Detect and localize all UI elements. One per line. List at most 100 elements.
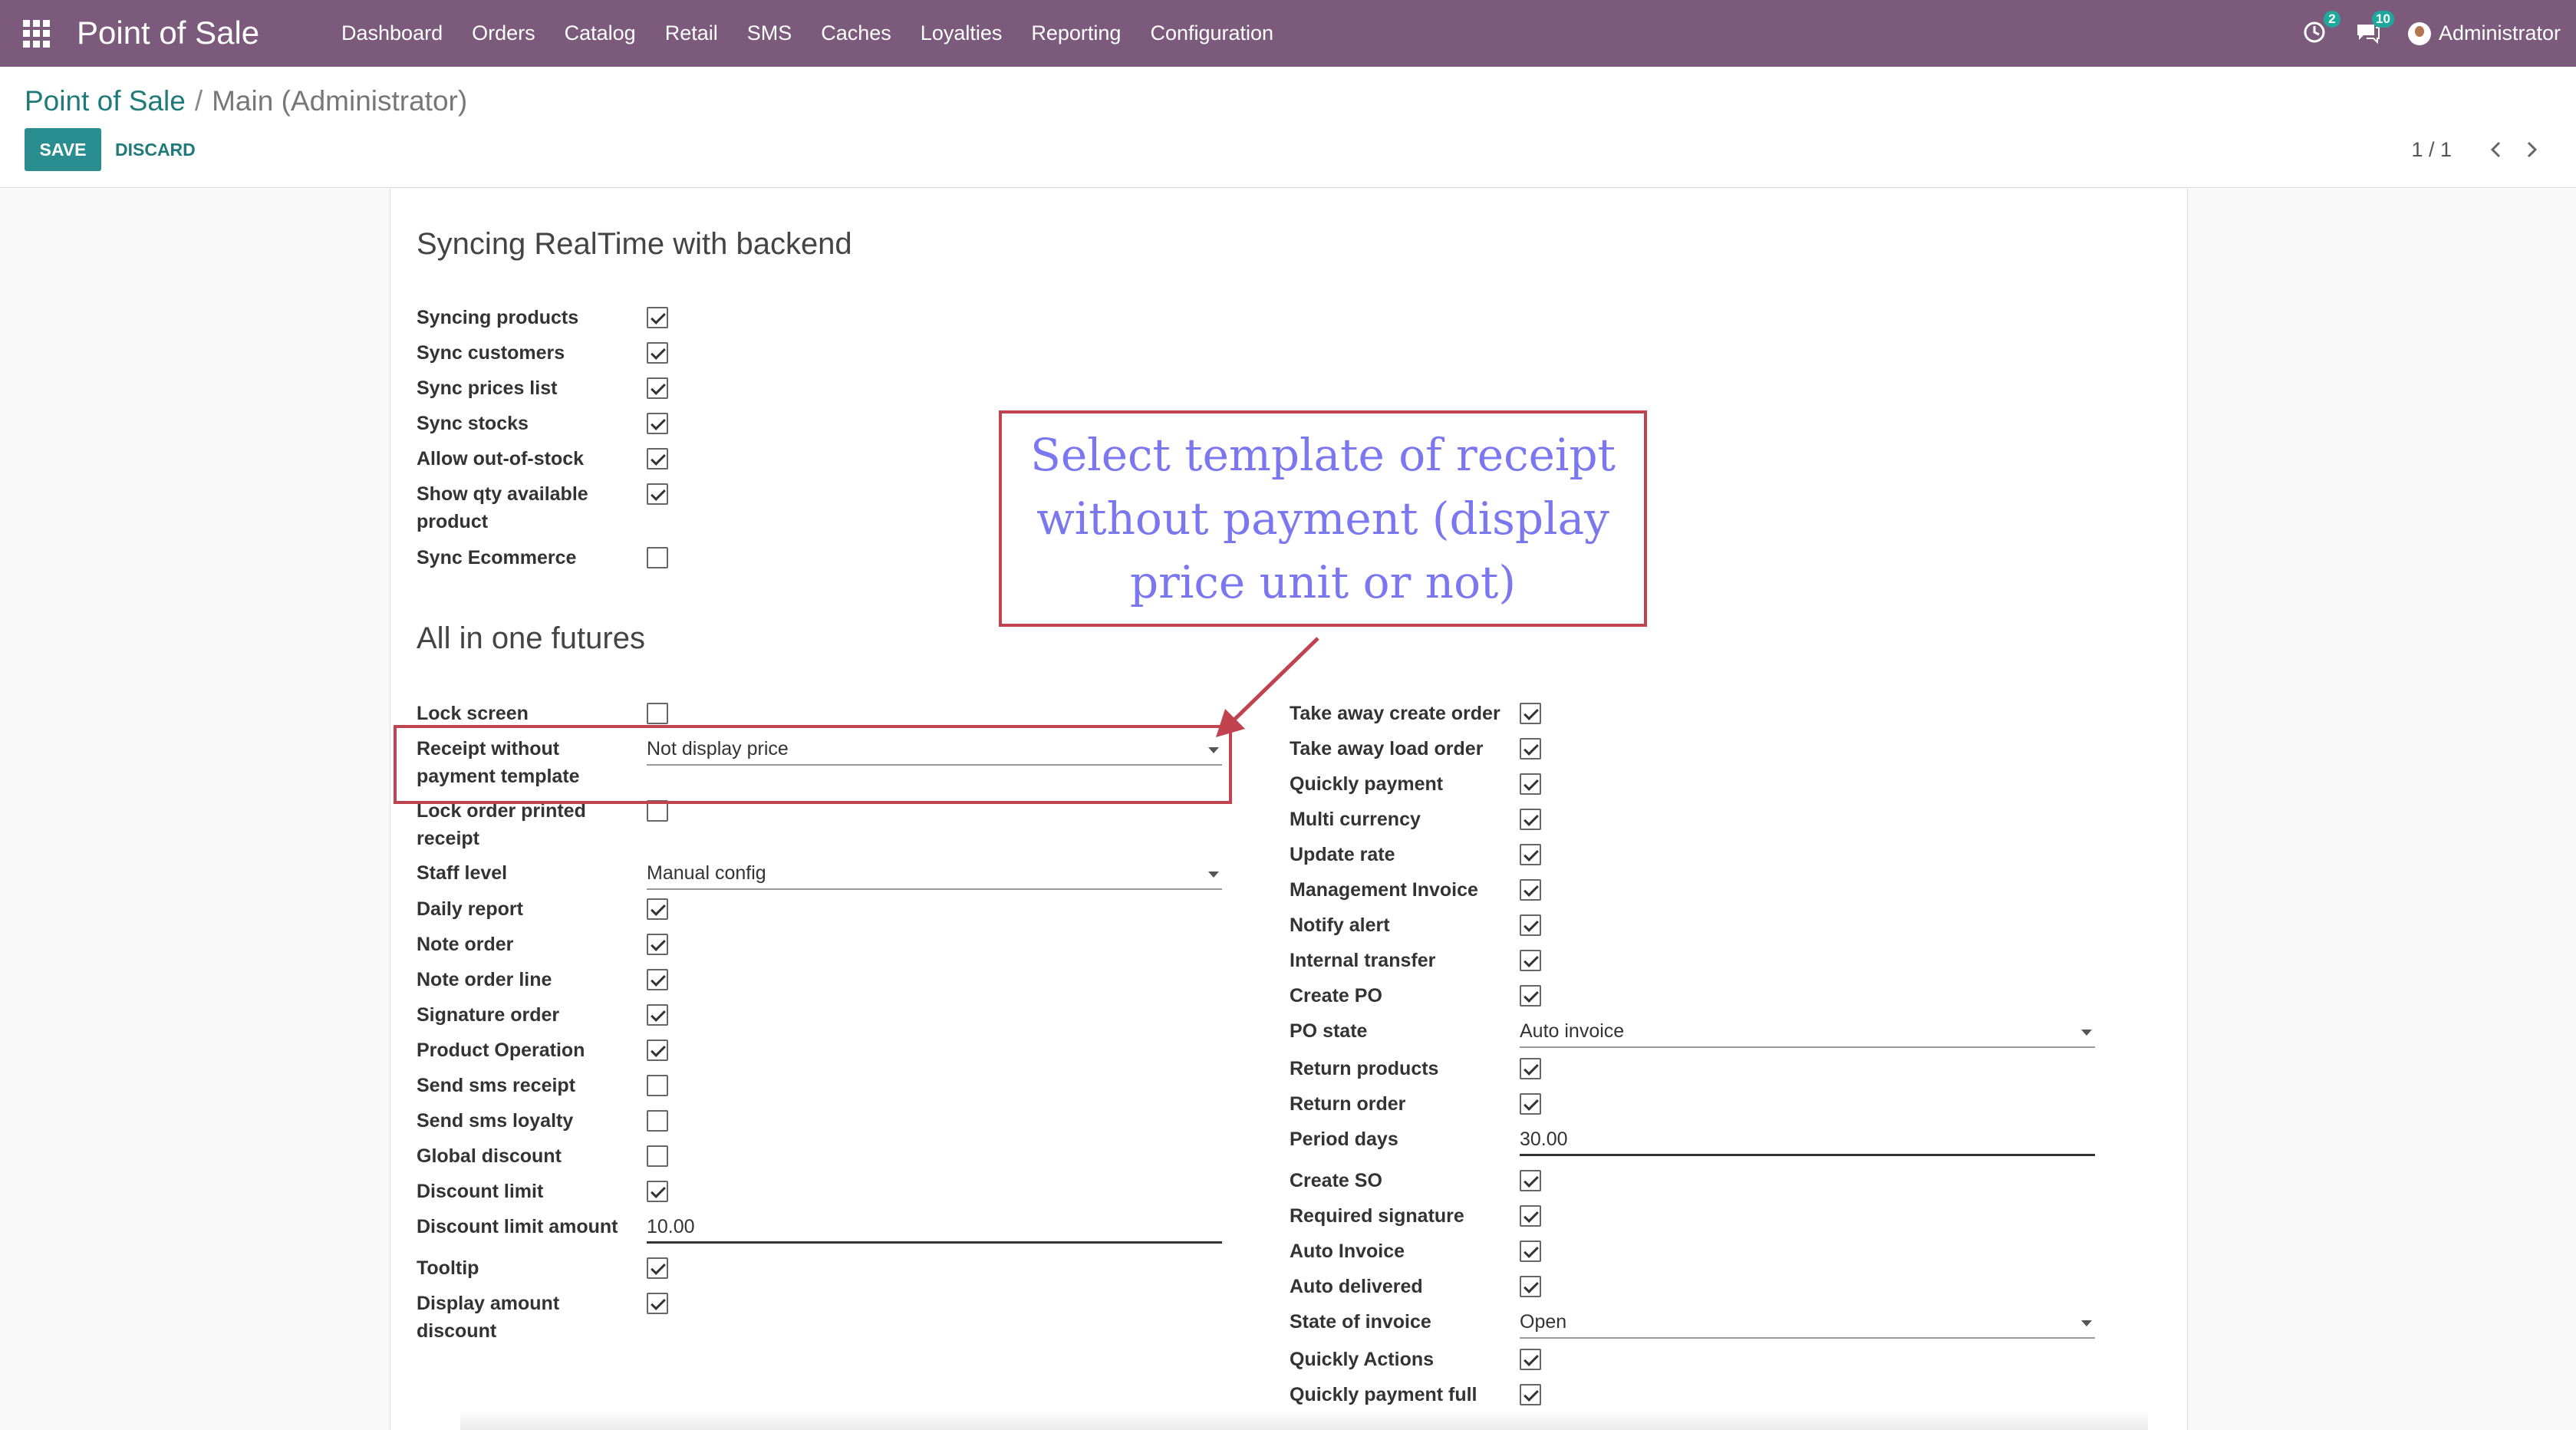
checkbox-send-sms-receipt[interactable] bbox=[647, 1075, 668, 1096]
checkbox-quickly-actions[interactable] bbox=[1520, 1349, 1541, 1370]
label-send-sms-loyalty: Send sms loyalty bbox=[417, 1110, 574, 1132]
label-note-order-line: Note order line bbox=[417, 969, 552, 990]
checkbox-management-invoice[interactable] bbox=[1520, 879, 1541, 901]
checkbox-product-operation[interactable] bbox=[647, 1040, 668, 1061]
checkbox-quickly-payment-full[interactable] bbox=[1520, 1384, 1541, 1405]
input-discount-limit-amount[interactable]: 10.00 bbox=[647, 1213, 1222, 1244]
pager: 1 / 1 bbox=[2411, 136, 2545, 163]
value-receipt-without-payment-template: Not display price bbox=[647, 738, 789, 759]
value-state-of-invoice: Open bbox=[1520, 1311, 1567, 1333]
avatar bbox=[2407, 21, 2431, 45]
label-take-away-create-order: Take away create order bbox=[1290, 703, 1500, 724]
checkbox-create-so[interactable] bbox=[1520, 1170, 1541, 1191]
label-discount-limit-amount: Discount limit amount bbox=[417, 1216, 618, 1237]
checkbox-take-away-create-order[interactable] bbox=[1520, 703, 1541, 724]
menu-reporting[interactable]: Reporting bbox=[1031, 21, 1121, 45]
checkbox-daily-report[interactable] bbox=[647, 898, 668, 920]
menu-loyalties[interactable]: Loyalties bbox=[921, 21, 1003, 45]
checkbox-lock-screen[interactable] bbox=[647, 703, 668, 724]
label-auto-delivered: Auto delivered bbox=[1290, 1276, 1423, 1297]
select-staff-level[interactable]: Manual config bbox=[647, 859, 1222, 890]
label-product-operation: Product Operation bbox=[417, 1040, 585, 1061]
breadcrumb-parent[interactable]: Point of Sale bbox=[25, 85, 186, 117]
select-receipt-without-payment-template[interactable]: Not display price bbox=[647, 735, 1222, 766]
label-note-order: Note order bbox=[417, 934, 514, 955]
checkbox-take-away-load-order[interactable] bbox=[1520, 738, 1541, 759]
messages-icon[interactable]: 10 bbox=[2354, 10, 2394, 49]
annotation-arrow-icon bbox=[1216, 637, 1319, 737]
checkbox-sync-ecommerce[interactable] bbox=[647, 547, 668, 568]
caret-down-icon bbox=[1208, 872, 1219, 878]
label-lock-order-printed-receipt: Lock order printed receipt bbox=[417, 800, 586, 849]
user-menu[interactable]: Administrator bbox=[2407, 21, 2561, 45]
menu-configuration[interactable]: Configuration bbox=[1150, 21, 1273, 45]
label-auto-invoice: Auto Invoice bbox=[1290, 1241, 1405, 1262]
annotation-callout: Select template of receipt without payme… bbox=[999, 410, 1647, 627]
checkbox-update-rate[interactable] bbox=[1520, 844, 1541, 865]
checkbox-required-signature[interactable] bbox=[1520, 1205, 1541, 1227]
chevron-left-icon[interactable] bbox=[2482, 136, 2510, 163]
label-discount-limit: Discount limit bbox=[417, 1181, 544, 1202]
checkbox-show-qty-available-product[interactable] bbox=[647, 483, 668, 505]
menu-dashboard[interactable]: Dashboard bbox=[341, 21, 443, 45]
checkbox-create-po[interactable] bbox=[1520, 985, 1541, 1007]
checkbox-syncing-products[interactable] bbox=[647, 307, 668, 328]
checkbox-signature-order[interactable] bbox=[647, 1004, 668, 1026]
checkbox-tooltip[interactable] bbox=[647, 1257, 668, 1279]
label-allow-out-of-stock: Allow out-of-stock bbox=[417, 448, 585, 470]
label-internal-transfer: Internal transfer bbox=[1290, 950, 1436, 971]
checkbox-sync-customers[interactable] bbox=[647, 342, 668, 364]
label-return-products: Return products bbox=[1290, 1058, 1439, 1079]
label-multi-currency: Multi currency bbox=[1290, 809, 1421, 830]
annotation-text: Select template of receipt without payme… bbox=[1030, 428, 1616, 608]
checkbox-return-order[interactable] bbox=[1520, 1093, 1541, 1115]
label-period-days: Period days bbox=[1290, 1129, 1398, 1150]
checkbox-quickly-payment[interactable] bbox=[1520, 773, 1541, 795]
label-daily-report: Daily report bbox=[417, 898, 523, 920]
checkbox-multi-currency[interactable] bbox=[1520, 809, 1541, 830]
checkbox-global-discount[interactable] bbox=[647, 1145, 668, 1167]
menu-caches[interactable]: Caches bbox=[821, 21, 891, 45]
checkbox-note-order[interactable] bbox=[647, 934, 668, 955]
select-state-of-invoice[interactable]: Open bbox=[1520, 1308, 2095, 1339]
checkbox-note-order-line[interactable] bbox=[647, 969, 668, 990]
checkbox-sync-prices-list[interactable] bbox=[647, 377, 668, 399]
input-period-days[interactable]: 30.00 bbox=[1520, 1125, 2095, 1156]
checkbox-auto-delivered[interactable] bbox=[1520, 1276, 1541, 1297]
menu-orders[interactable]: Orders bbox=[472, 21, 535, 45]
menu-catalog[interactable]: Catalog bbox=[565, 21, 636, 45]
checkbox-return-products[interactable] bbox=[1520, 1058, 1541, 1079]
checkbox-sync-stocks[interactable] bbox=[647, 413, 668, 434]
label-return-order: Return order bbox=[1290, 1093, 1406, 1115]
label-management-invoice: Management Invoice bbox=[1290, 879, 1478, 901]
pager-value[interactable]: 1 / 1 bbox=[2411, 138, 2452, 162]
label-update-rate: Update rate bbox=[1290, 844, 1395, 865]
breadcrumb-separator: / bbox=[194, 85, 203, 117]
label-quickly-payment-full: Quickly payment full bbox=[1290, 1384, 1477, 1405]
discard-button[interactable]: DISCARD bbox=[115, 128, 196, 171]
label-global-discount: Global discount bbox=[417, 1145, 562, 1167]
checkbox-allow-out-of-stock[interactable] bbox=[647, 448, 668, 470]
top-navbar: Point of Sale Dashboard Orders Catalog R… bbox=[0, 0, 2576, 67]
chevron-right-icon[interactable] bbox=[2518, 136, 2545, 163]
menu-retail[interactable]: Retail bbox=[665, 21, 718, 45]
checkbox-internal-transfer[interactable] bbox=[1520, 950, 1541, 971]
label-quickly-payment: Quickly payment bbox=[1290, 773, 1444, 795]
checkbox-lock-order-printed-receipt[interactable] bbox=[647, 800, 668, 822]
activity-icon[interactable]: 2 bbox=[2301, 10, 2340, 49]
checkbox-discount-limit[interactable] bbox=[647, 1181, 668, 1202]
select-po-state[interactable]: Auto invoice bbox=[1520, 1017, 2095, 1048]
app-title[interactable]: Point of Sale bbox=[77, 11, 259, 55]
label-sync-prices-list: Sync prices list bbox=[417, 377, 558, 399]
menu-sms[interactable]: SMS bbox=[747, 21, 792, 45]
checkbox-send-sms-loyalty[interactable] bbox=[647, 1110, 668, 1132]
label-signature-order: Signature order bbox=[417, 1004, 560, 1026]
save-button[interactable]: SAVE bbox=[25, 128, 101, 171]
checkbox-notify-alert[interactable] bbox=[1520, 914, 1541, 936]
activity-badge: 2 bbox=[2323, 10, 2340, 28]
apps-menu-icon[interactable] bbox=[23, 20, 51, 48]
label-create-po: Create PO bbox=[1290, 985, 1382, 1007]
checkbox-auto-invoice[interactable] bbox=[1520, 1241, 1541, 1262]
systray: 2 10 Administrator bbox=[2301, 0, 2561, 67]
checkbox-display-amount-discount[interactable] bbox=[647, 1293, 668, 1314]
